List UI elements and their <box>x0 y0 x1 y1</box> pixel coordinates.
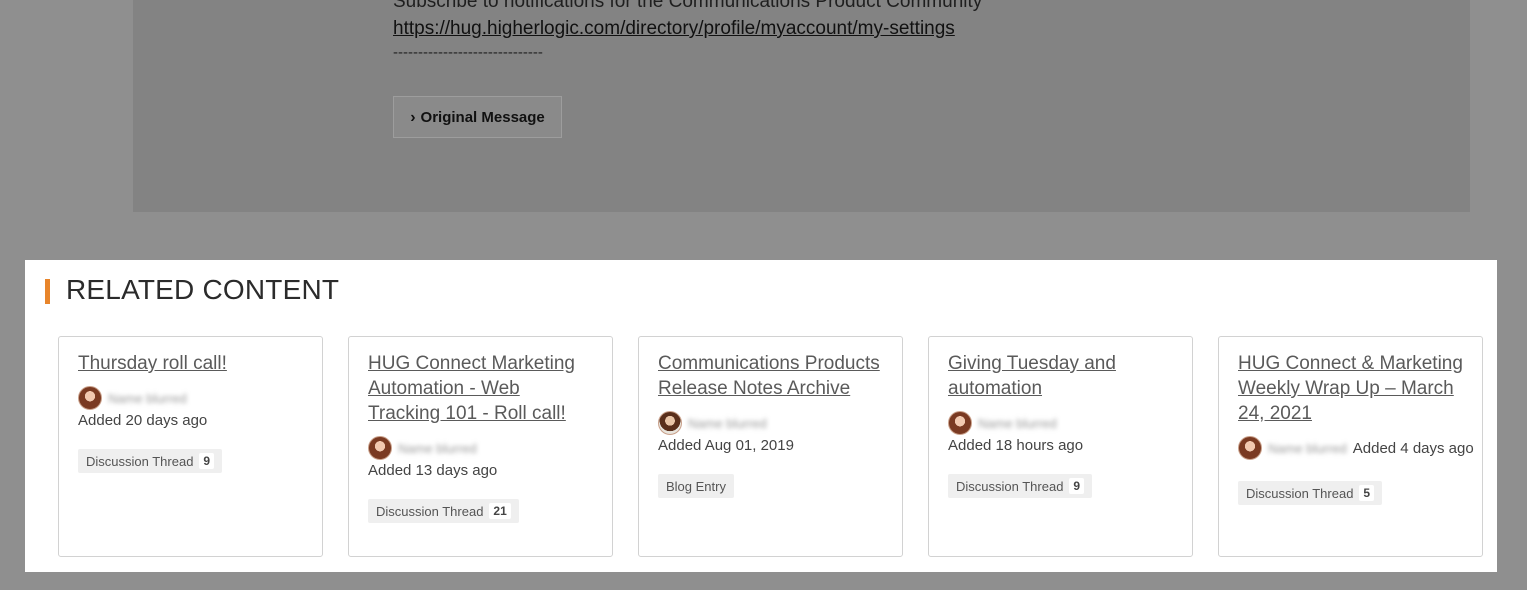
original-message-label: Original Message <box>420 108 545 126</box>
author-row: Name blurred Added 4 days ago <box>1238 435 1474 461</box>
card-title-link[interactable]: Communications Products Release Notes Ar… <box>658 351 883 401</box>
card-title-link[interactable]: Thursday roll call! <box>78 351 303 376</box>
card-title-link[interactable]: Giving Tuesday and automation <box>948 351 1173 401</box>
author-row: Name blurred <box>948 410 1173 436</box>
reply-count: 9 <box>1069 478 1085 494</box>
added-date: Added 4 days ago <box>1352 439 1474 457</box>
original-message-button[interactable]: › Original Message <box>393 96 562 138</box>
related-card: Giving Tuesday and automation Name blurr… <box>928 336 1193 557</box>
added-date: Added Aug 01, 2019 <box>658 437 794 454</box>
reply-count: 5 <box>1359 485 1375 501</box>
related-content-heading: RELATED CONTENT <box>66 274 340 305</box>
content-type-badge: Discussion Thread 9 <box>948 474 1093 498</box>
author-name[interactable]: Name blurred <box>1268 441 1347 456</box>
chevron-right-icon: › <box>410 109 416 126</box>
avatar[interactable] <box>658 411 682 435</box>
avatar[interactable] <box>78 386 102 410</box>
heading-accent-bar <box>45 279 50 304</box>
badge-label: Discussion Thread <box>86 453 194 469</box>
added-date: Added 13 days ago <box>368 462 498 479</box>
author-row: Name blurred <box>658 410 883 436</box>
badge-label: Discussion Thread <box>956 478 1064 494</box>
avatar[interactable] <box>368 436 392 460</box>
avatar[interactable] <box>1238 436 1262 460</box>
related-card: HUG Connect & Marketing Weekly Wrap Up –… <box>1218 336 1483 557</box>
badge-label: Blog Entry <box>666 478 726 494</box>
settings-link[interactable]: https://hug.higherlogic.com/directory/pr… <box>393 18 955 40</box>
content-type-badge: Blog Entry <box>658 474 734 498</box>
author-row: Name blurred <box>368 435 593 461</box>
reply-count: 21 <box>489 503 511 519</box>
badge-label: Discussion Thread <box>1246 485 1354 501</box>
related-content-section: RELATED CONTENT Thursday roll call! Name… <box>25 260 1497 572</box>
author-name[interactable]: Name blurred <box>108 391 187 406</box>
separator-line: ------------------------------ <box>393 44 543 61</box>
added-date: Added 20 days ago <box>78 412 208 429</box>
badge-label: Discussion Thread <box>376 503 484 519</box>
card-title-link[interactable]: HUG Connect Marketing Automation - Web T… <box>368 351 593 426</box>
related-card: Communications Products Release Notes Ar… <box>638 336 903 557</box>
avatar[interactable] <box>948 411 972 435</box>
related-card: Thursday roll call! Name blurred Added 2… <box>58 336 323 557</box>
author-name[interactable]: Name blurred <box>688 416 767 431</box>
content-type-badge: Discussion Thread 9 <box>78 449 223 473</box>
content-type-badge: Discussion Thread 5 <box>1238 481 1383 505</box>
subscribe-text: Subscribe to notifications for the Commu… <box>393 0 983 12</box>
card-title-link[interactable]: HUG Connect & Marketing Weekly Wrap Up –… <box>1238 351 1463 426</box>
author-name[interactable]: Name blurred <box>978 416 1057 431</box>
author-row: Name blurred <box>78 385 303 411</box>
reply-count: 9 <box>199 453 215 469</box>
related-card: HUG Connect Marketing Automation - Web T… <box>348 336 613 557</box>
author-name[interactable]: Name blurred <box>398 441 477 456</box>
added-date: Added 18 hours ago <box>948 437 1084 454</box>
content-type-badge: Discussion Thread 21 <box>368 499 519 523</box>
